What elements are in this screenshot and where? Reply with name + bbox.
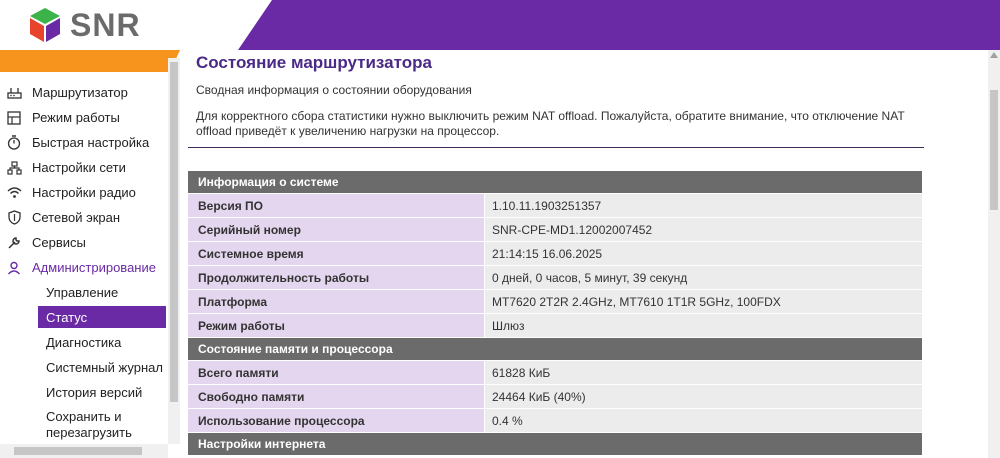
nat-offload-notice: Для корректного сбора статистики нужно в… bbox=[196, 109, 905, 138]
sidebar-item-label: Режим работы bbox=[32, 110, 120, 125]
sidebar-item-mode[interactable]: Режим работы bbox=[0, 105, 168, 130]
table-row: Режим работы Шлюз bbox=[188, 314, 922, 338]
sidebar-subitem-management[interactable]: Управление bbox=[0, 280, 168, 305]
stopwatch-icon bbox=[6, 135, 22, 151]
sidebar-subitem-save-reboot[interactable]: Сохранить и перезагрузить bbox=[0, 405, 168, 449]
wifi-icon bbox=[6, 185, 22, 201]
sidebar-item-label: Настройки сети bbox=[32, 160, 126, 175]
logo-text: SNR bbox=[70, 6, 141, 43]
sidebar-item-label: Быстрая настройка bbox=[32, 135, 150, 150]
sidebar-subitem-syslog[interactable]: Системный журнал bbox=[0, 355, 168, 380]
sidebar-item-network[interactable]: Настройки сети bbox=[0, 155, 168, 180]
logo-icon bbox=[30, 8, 60, 42]
sidebar-item-label: Администрирование bbox=[32, 260, 156, 275]
sidebar-scrollbar-thumb[interactable] bbox=[170, 62, 178, 402]
section-header-system-info: Информация о системе bbox=[188, 171, 922, 194]
sidebar-item-label: Сервисы bbox=[32, 235, 86, 250]
row-key: Серийный номер bbox=[188, 218, 485, 241]
sidebar-item-label: Сетевой экран bbox=[32, 210, 121, 225]
row-value: 21:14:15 16.06.2025 bbox=[485, 242, 922, 265]
user-icon bbox=[6, 260, 22, 276]
section-header-internet-settings: Настройки интернета bbox=[188, 433, 922, 456]
network-icon bbox=[6, 160, 22, 176]
table-row: Версия ПО 1.10.11.1903251357 bbox=[188, 194, 922, 218]
sidebar-menu: Маршрутизатор Режим работы Быстрая настр… bbox=[0, 80, 168, 449]
logo[interactable]: SNR bbox=[28, 7, 141, 43]
row-value: 61828 КиБ bbox=[485, 361, 922, 384]
row-value: 0.4 % bbox=[485, 409, 922, 432]
table-row: Продолжительность работы 0 дней, 0 часов,… bbox=[188, 266, 922, 290]
sidebar-orange-bar bbox=[0, 50, 180, 72]
table-row: Свободно памяти 24464 КиБ (40%) bbox=[188, 385, 922, 409]
row-key: Платформа bbox=[188, 290, 485, 313]
divider bbox=[188, 147, 924, 148]
page-title: Состояние маршрутизатора bbox=[196, 53, 432, 72]
sidebar-item-label: Настройки радио bbox=[32, 185, 136, 200]
row-value: 0 дней, 0 часов, 5 минут, 39 секунд bbox=[485, 266, 922, 289]
row-value: SNR-CPE-MD1.12002007452 bbox=[485, 218, 922, 241]
sidebar-subitem-version-history[interactable]: История версий bbox=[0, 380, 168, 405]
sidebar-item-quick-setup[interactable]: Быстрая настройка bbox=[0, 130, 168, 155]
main-scrollbar-thumb[interactable] bbox=[990, 90, 998, 210]
sidebar-item-services[interactable]: Сервисы bbox=[0, 230, 168, 255]
page-subtitle: Сводная информация о состоянии оборудова… bbox=[196, 83, 472, 97]
row-key: Версия ПО bbox=[188, 194, 485, 217]
sidebar-item-firewall[interactable]: Сетевой экран bbox=[0, 205, 168, 230]
mode-icon bbox=[6, 110, 22, 126]
header: SNR bbox=[0, 0, 1000, 50]
table-row: Платформа MT7620 2T2R 2.4GHz, MT7610 1T1R… bbox=[188, 290, 922, 314]
status-table: Информация о системе Версия ПО 1.10.11.19… bbox=[188, 171, 922, 456]
scroll-up-arrow-icon[interactable] bbox=[990, 52, 998, 58]
sidebar-hscrollbar-thumb[interactable] bbox=[14, 447, 142, 455]
row-value: 1.10.11.1903251357 bbox=[485, 194, 922, 217]
table-row: Использование процессора 0.4 % bbox=[188, 409, 922, 433]
shield-icon bbox=[6, 210, 22, 226]
row-key: Использование процессора bbox=[188, 409, 485, 432]
main-content: Состояние маршрутизатора Сводная информа… bbox=[182, 50, 988, 458]
row-key: Всего памяти bbox=[188, 361, 485, 384]
sidebar-subitem-status[interactable]: Статус bbox=[38, 306, 166, 328]
table-row: Серийный номер SNR-CPE-MD1.12002007452 bbox=[188, 218, 922, 242]
row-value: MT7620 2T2R 2.4GHz, MT7610 1T1R 5GHz, 10… bbox=[485, 290, 922, 313]
row-value: 24464 КиБ (40%) bbox=[485, 385, 922, 408]
sidebar-item-administration[interactable]: Администрирование bbox=[0, 255, 168, 280]
section-header-memory-cpu: Состояние памяти и процессора bbox=[188, 338, 922, 361]
row-key: Свободно памяти bbox=[188, 385, 485, 408]
sidebar-item-radio[interactable]: Настройки радио bbox=[0, 180, 168, 205]
table-row: Системное время 21:14:15 16.06.2025 bbox=[188, 242, 922, 266]
row-value: Шлюз bbox=[485, 314, 922, 337]
sidebar-subitem-diagnostics[interactable]: Диагностика bbox=[0, 330, 168, 355]
sidebar-item-router[interactable]: Маршрутизатор bbox=[0, 80, 168, 105]
router-icon bbox=[6, 85, 22, 101]
row-key: Продолжительность работы bbox=[188, 266, 485, 289]
sidebar-item-label: Маршрутизатор bbox=[32, 85, 128, 100]
row-key: Режим работы bbox=[188, 314, 485, 337]
wrench-icon bbox=[6, 235, 22, 251]
header-banner bbox=[238, 0, 1000, 50]
table-row: Всего памяти 61828 КиБ bbox=[188, 361, 922, 385]
row-key: Системное время bbox=[188, 242, 485, 265]
sidebar: Маршрутизатор Режим работы Быстрая настр… bbox=[0, 50, 182, 458]
